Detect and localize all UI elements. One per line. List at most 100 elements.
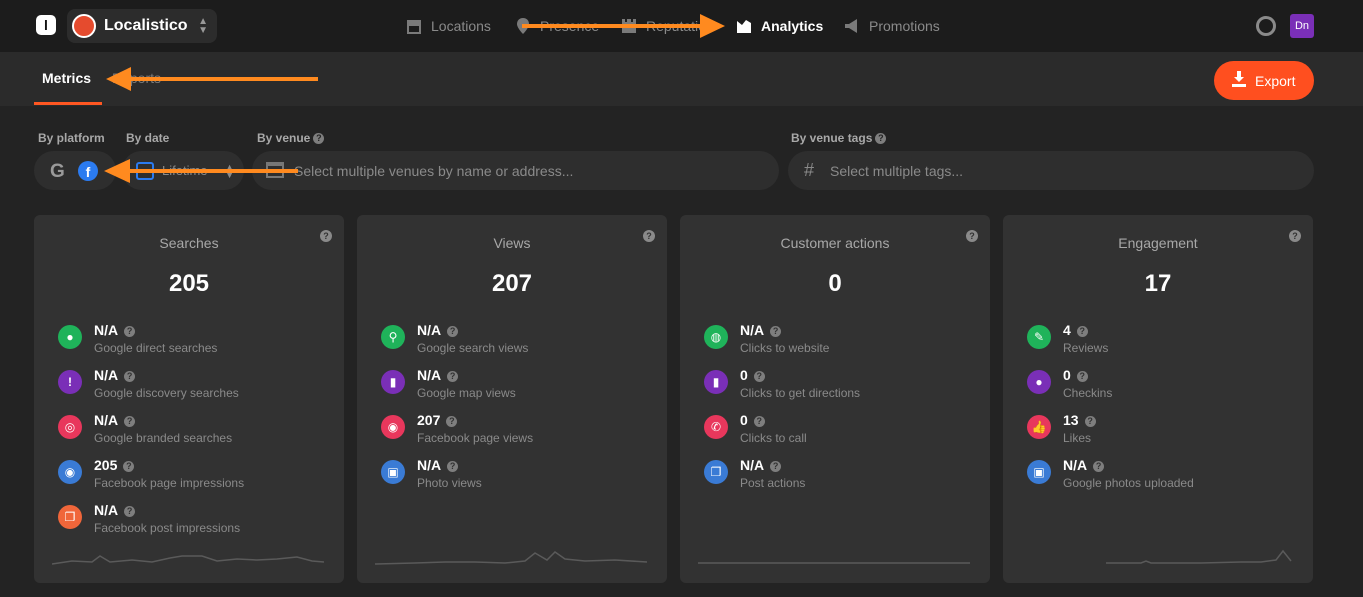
thumbs-up-icon: 👍 xyxy=(1027,415,1051,439)
help-icon[interactable]: ? xyxy=(1093,461,1105,472)
tab-metrics[interactable]: Metrics xyxy=(42,70,91,86)
venue-filter-input[interactable]: Select multiple venues by name or addres… xyxy=(252,151,779,190)
sparkline-chart xyxy=(52,555,324,565)
metric-value-text: N/A xyxy=(94,502,119,518)
card-title: Views xyxy=(493,235,531,251)
metric-value: 205? xyxy=(94,457,135,473)
tab-reports[interactable]: Reports xyxy=(112,70,161,86)
metric-value: 207? xyxy=(417,412,458,428)
tags-filter-placeholder: Select multiple tags... xyxy=(830,163,964,179)
help-icon[interactable]: ? xyxy=(875,133,887,145)
facebook-icon[interactable]: f xyxy=(78,161,98,181)
filter-label-venue: By venue? xyxy=(257,131,325,145)
help-icon[interactable]: ? xyxy=(1076,326,1088,337)
metric-value: N/A? xyxy=(740,322,782,338)
hashtag-icon: # xyxy=(804,160,815,180)
store-icon xyxy=(407,20,421,34)
metric-row: ◎ N/A? Google branded searches xyxy=(56,412,336,452)
metric-label: Clicks to call xyxy=(740,431,807,445)
card-total: 205 xyxy=(168,270,210,297)
metric-value: N/A? xyxy=(94,412,136,428)
date-filter[interactable]: Lifetime ▲ ▼ xyxy=(122,151,244,190)
metric-row: ✎ 4? Reviews xyxy=(1025,322,1305,362)
help-icon[interactable]: ? xyxy=(753,416,765,427)
help-icon[interactable]: ? xyxy=(770,461,782,472)
metric-label: Google direct searches xyxy=(94,341,218,355)
metric-label: Checkins xyxy=(1063,386,1113,400)
metric-row: ● N/A? Google direct searches xyxy=(56,322,336,362)
help-icon[interactable]: ? xyxy=(753,371,765,382)
tags-filter-input[interactable]: # Select multiple tags... xyxy=(788,151,1314,190)
help-icon[interactable]: ? xyxy=(446,416,458,427)
badge-icon: ! xyxy=(58,370,82,394)
help-icon[interactable]: ? xyxy=(770,326,782,337)
google-icon[interactable]: G xyxy=(50,161,65,183)
venue-avatar xyxy=(72,14,96,38)
help-icon[interactable]: ? xyxy=(124,506,136,517)
filter-label-tags: By venue tags? xyxy=(791,131,887,145)
card-total: 0 xyxy=(828,270,842,297)
venue-switcher[interactable]: Localistico ▲ ▼ xyxy=(67,9,217,43)
metric-value-text: 205 xyxy=(94,457,118,473)
help-icon[interactable]: ? xyxy=(447,461,459,472)
help-icon[interactable]: ? xyxy=(1084,416,1096,427)
help-icon[interactable]: ? xyxy=(124,416,136,427)
image-icon: ▣ xyxy=(381,460,405,484)
sub-header: Metrics Reports Export xyxy=(0,52,1363,106)
metric-row: ❐ N/A? Facebook post impressions xyxy=(56,502,336,542)
metric-value-text: N/A xyxy=(94,367,119,383)
download-icon xyxy=(1232,71,1246,87)
help-icon[interactable]: ? xyxy=(447,326,459,337)
venue-name: Localistico xyxy=(104,17,188,34)
metric-label: Google photos uploaded xyxy=(1063,476,1194,490)
nav-item-label: Analytics xyxy=(761,18,824,34)
metric-row: ◉ 205? Facebook page impressions xyxy=(56,457,336,497)
metric-value-text: 13 xyxy=(1063,412,1079,428)
help-icon[interactable]: ? xyxy=(124,326,136,337)
nav-item-label: Promotions xyxy=(869,18,940,34)
help-icon[interactable]: ? xyxy=(1076,371,1088,382)
help-icon[interactable]: ? xyxy=(313,133,325,145)
user-avatar[interactable]: Dn xyxy=(1290,14,1314,38)
nav-item-label: Locations xyxy=(431,18,491,34)
calendar-icon xyxy=(136,162,154,180)
app-logo[interactable]: l xyxy=(36,15,56,35)
chevron-up-down-icon: ▲ ▼ xyxy=(198,16,208,36)
metric-value-text: N/A xyxy=(1063,457,1088,473)
metric-value: 13? xyxy=(1063,412,1096,428)
metric-label: Google search views xyxy=(417,341,529,355)
metric-value-text: N/A xyxy=(417,457,442,473)
pin-icon: ● xyxy=(1027,370,1051,394)
help-icon[interactable]: ? xyxy=(447,371,459,382)
nav-item-presence[interactable]: Presence xyxy=(514,0,599,52)
top-navigation-bar: l Localistico ▲ ▼ Locations Presence Repu… xyxy=(0,0,1363,52)
metric-row: ◍ N/A? Clicks to website xyxy=(702,322,982,362)
metric-row: ⚲ N/A? Google search views xyxy=(379,322,659,362)
metric-value: 4? xyxy=(1063,322,1088,338)
metric-row: ▮ N/A? Google map views xyxy=(379,367,659,407)
target-icon: ◎ xyxy=(58,415,82,439)
nav-item-analytics[interactable]: Analytics xyxy=(735,0,823,52)
help-icon[interactable]: ? xyxy=(124,371,136,382)
help-icon[interactable]: ? xyxy=(123,461,135,472)
metric-value: 0? xyxy=(740,412,765,428)
map-icon: ▮ xyxy=(381,370,405,394)
card-total: 207 xyxy=(491,270,533,297)
nav-item-promotions[interactable]: Promotions xyxy=(843,0,940,52)
nav-item-locations[interactable]: Locations xyxy=(405,0,491,52)
eye-icon: ◉ xyxy=(381,415,405,439)
sparkline-chart xyxy=(1106,549,1292,564)
metric-row: ▣ N/A? Photo views xyxy=(379,457,659,497)
metric-value: N/A? xyxy=(417,457,459,473)
metric-row: ❐ N/A? Post actions xyxy=(702,457,982,497)
store-icon xyxy=(266,162,284,178)
metric-row: ▮ 0? Clicks to get directions xyxy=(702,367,982,407)
nav-item-label: Reputation xyxy=(646,18,714,34)
export-button[interactable]: Export xyxy=(1214,61,1314,100)
card-title: Searches xyxy=(159,235,219,251)
metric-value-text: N/A xyxy=(740,457,765,473)
filter-label-tags-text: By venue tags xyxy=(791,131,873,145)
lifebuoy-help-icon[interactable] xyxy=(1256,16,1276,36)
nav-item-reputation[interactable]: Reputation xyxy=(620,0,714,52)
metric-label: Likes xyxy=(1063,431,1092,445)
